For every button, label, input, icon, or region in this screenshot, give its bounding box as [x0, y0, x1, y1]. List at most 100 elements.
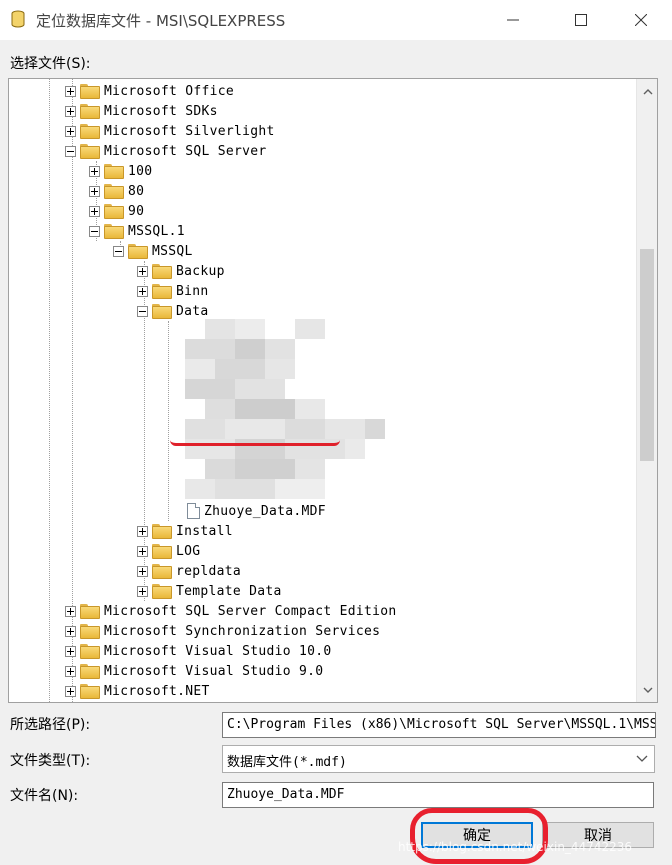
tree-item-label: Backup: [176, 263, 225, 279]
tree-folder-item[interactable]: 90: [89, 201, 144, 221]
folder-icon: [152, 283, 172, 299]
tree-item-label: Template Data: [176, 583, 282, 599]
folder-icon: [80, 123, 100, 139]
expand-icon[interactable]: [137, 565, 148, 577]
minimize-icon: [507, 19, 519, 21]
tree-folder-item[interactable]: 80: [89, 181, 144, 201]
tree-folder-item[interactable]: Microsoft Visual Studio 10.0: [65, 641, 332, 661]
folder-icon: [104, 163, 124, 179]
close-button[interactable]: [618, 0, 664, 40]
expand-icon[interactable]: [137, 265, 148, 277]
collapse-icon[interactable]: [89, 225, 100, 237]
expand-icon[interactable]: [137, 585, 148, 597]
folder-icon: [80, 603, 100, 619]
expand-icon[interactable]: [65, 605, 76, 617]
scroll-thumb[interactable]: [640, 249, 654, 461]
folder-icon: [80, 83, 100, 99]
tree-item-label: Microsoft SQL Server: [104, 143, 267, 159]
tree-folder-item[interactable]: Microsoft Office: [65, 81, 234, 101]
tree-item-label: Microsoft SQL Server Compact Edition: [104, 603, 397, 619]
tree-item-label: 90: [128, 203, 145, 219]
file-type-select[interactable]: 数据库文件(*.mdf): [222, 745, 655, 773]
tree-folder-item[interactable]: Microsoft SQL Server Compact Edition: [65, 601, 397, 621]
red-underline-annotation: [170, 440, 340, 446]
expand-icon[interactable]: [65, 125, 76, 137]
expand-icon[interactable]: [65, 685, 76, 697]
folder-icon: [80, 663, 100, 679]
minimize-button[interactable]: [490, 0, 536, 40]
tree-item-label: Microsoft SDKs: [104, 103, 218, 119]
folder-icon: [80, 683, 100, 699]
folder-icon: [104, 183, 124, 199]
expand-icon[interactable]: [137, 285, 148, 297]
tree-item-label: Install: [176, 523, 233, 539]
tree-item-label: repldata: [176, 563, 242, 579]
selected-path-field[interactable]: C:\Program Files (x86)\Microsoft SQL Ser…: [222, 712, 656, 738]
folder-icon: [80, 143, 100, 159]
collapse-icon[interactable]: [113, 245, 124, 257]
tree-item-label: Microsoft Visual Studio 10.0: [104, 643, 332, 659]
collapse-icon[interactable]: [65, 145, 76, 157]
tree-item-label: Zhuoye_Data.MDF: [204, 503, 326, 519]
tree-folder-item[interactable]: Backup: [137, 261, 225, 281]
selected-path-label: 所选路径(P):: [10, 717, 91, 733]
tree-item-label: Microsoft Silverlight: [104, 123, 275, 139]
folder-icon: [152, 583, 172, 599]
tree-folder-item[interactable]: Microsoft.NET: [65, 681, 210, 701]
expand-icon[interactable]: [89, 185, 100, 197]
tree-folder-item[interactable]: 100: [89, 161, 152, 181]
expand-icon[interactable]: [89, 165, 100, 177]
chevron-down-icon: [643, 687, 652, 693]
tree-item-label: Data: [176, 303, 209, 319]
tree-folder-item[interactable]: repldata: [137, 561, 241, 581]
tree-folder-item[interactable]: Microsoft Silverlight: [65, 121, 275, 141]
tree-folder-item[interactable]: Template Data: [137, 581, 282, 601]
folder-icon: [80, 103, 100, 119]
window-title: 定位数据库文件 - MSI\SQLEXPRESS: [36, 12, 286, 30]
tree-folder-item[interactable]: MSSQL.1: [89, 221, 185, 241]
expand-icon[interactable]: [65, 665, 76, 677]
expand-icon[interactable]: [65, 645, 76, 657]
folder-icon: [152, 563, 172, 579]
scroll-down-arrow[interactable]: [637, 679, 657, 700]
expand-icon[interactable]: [65, 105, 76, 117]
tree-folder-item[interactable]: LOG: [137, 541, 200, 561]
folder-icon: [80, 643, 100, 659]
tree-folder-item[interactable]: Install: [137, 521, 233, 541]
tree-folder-item[interactable]: Data: [137, 301, 209, 321]
folder-icon: [104, 203, 124, 219]
folder-icon: [152, 543, 172, 559]
tree-scrollbar[interactable]: [636, 79, 657, 702]
tree-item-label: MSSQL: [152, 243, 193, 259]
expand-icon[interactable]: [65, 625, 76, 637]
database-icon: [11, 10, 25, 28]
collapse-icon[interactable]: [137, 305, 148, 317]
file-tree[interactable]: Microsoft Office Microsoft SDKs Microsoft …: [8, 78, 658, 703]
expand-icon[interactable]: [89, 205, 100, 217]
tree-item-label: Microsoft Synchronization Services: [104, 623, 381, 639]
file-type-label: 文件类型(T):: [10, 753, 91, 769]
tree-item-label: 100: [128, 163, 153, 179]
expand-icon[interactable]: [137, 545, 148, 557]
redacted-files: [185, 319, 395, 499]
tree-file-item[interactable]: Zhuoye_Data.MDF: [181, 501, 326, 521]
tree-item-label: LOG: [176, 543, 201, 559]
tree-folder-item[interactable]: Microsoft SQL Server: [65, 141, 267, 161]
tree-folder-item[interactable]: Binn: [137, 281, 209, 301]
tree-folder-item[interactable]: Microsoft SDKs: [65, 101, 218, 121]
scroll-up-arrow[interactable]: [637, 81, 657, 102]
select-file-label: 选择文件(S):: [10, 56, 91, 72]
expand-icon[interactable]: [137, 525, 148, 537]
tree-item-label: Microsoft Office: [104, 83, 235, 99]
file-name-field[interactable]: Zhuoye_Data.MDF: [222, 782, 654, 808]
tree-item-label: Microsoft.NET: [104, 683, 210, 699]
maximize-button[interactable]: [558, 0, 604, 40]
tree-folder-item[interactable]: MSSQL: [113, 241, 193, 261]
expand-icon[interactable]: [65, 85, 76, 97]
tree-content[interactable]: Microsoft Office Microsoft SDKs Microsoft …: [9, 79, 636, 702]
tree-folder-item[interactable]: Microsoft Synchronization Services: [65, 621, 380, 641]
tree-item-label: MSSQL.1: [128, 223, 185, 239]
folder-icon: [80, 623, 100, 639]
tree-folder-item[interactable]: Microsoft Visual Studio 9.0: [65, 661, 323, 681]
tree-item-label: Microsoft Visual Studio 9.0: [104, 663, 324, 679]
